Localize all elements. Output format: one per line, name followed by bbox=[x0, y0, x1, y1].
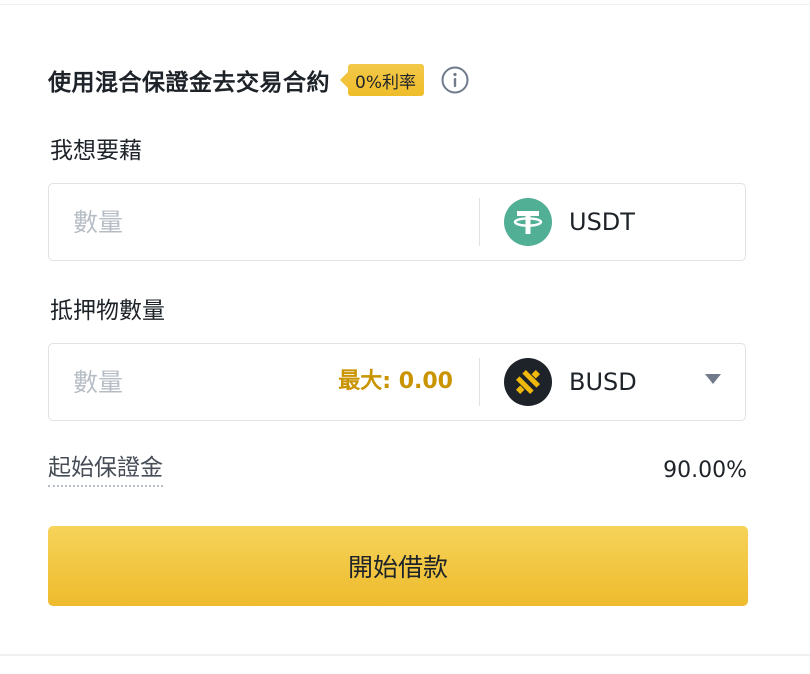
collateral-label: 抵押物數量 bbox=[50, 298, 165, 324]
borrow-coin-name: USDT bbox=[569, 208, 635, 236]
bottom-divider bbox=[0, 654, 810, 656]
initial-margin-label[interactable]: 起始保證金 bbox=[48, 453, 163, 487]
top-divider bbox=[0, 4, 810, 5]
panel-header: 使用混合保證金去交易合約 0%利率 bbox=[48, 62, 470, 98]
collateral-coin-name: BUSD bbox=[569, 368, 637, 396]
borrow-amount-box: USDT bbox=[48, 183, 746, 261]
caret-down-icon[interactable] bbox=[705, 374, 721, 384]
start-borrow-button[interactable]: 開始借款 bbox=[48, 526, 748, 606]
info-circle-icon[interactable] bbox=[440, 65, 470, 95]
borrow-amount-input[interactable] bbox=[73, 184, 453, 260]
usdt-coin-icon bbox=[504, 198, 552, 246]
busd-coin-icon bbox=[504, 358, 552, 406]
borrow-coin-selector[interactable]: USDT bbox=[480, 184, 745, 260]
collateral-coin-selector[interactable]: BUSD bbox=[480, 344, 745, 420]
borrow-label: 我想要藉 bbox=[50, 138, 142, 164]
initial-margin-value: 90.00% bbox=[663, 458, 747, 483]
max-amount-link[interactable]: 最大: 0.00 bbox=[338, 344, 453, 420]
rate-badge: 0%利率 bbox=[340, 64, 424, 96]
borrow-panel: 使用混合保證金去交易合約 0%利率 我想要藉 USDT 抵押物數量 bbox=[0, 0, 810, 674]
collateral-amount-box: 最大: 0.00 BUSD bbox=[48, 343, 746, 421]
panel-title: 使用混合保證金去交易合約 bbox=[48, 70, 330, 96]
